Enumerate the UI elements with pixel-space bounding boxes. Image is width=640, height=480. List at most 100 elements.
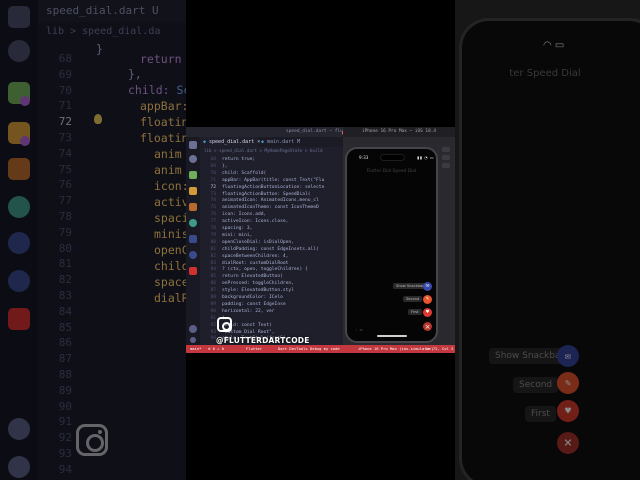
code-line[interactable]: backgroundColor: ICelo xyxy=(222,295,283,300)
run-debug-icon[interactable] xyxy=(189,187,197,195)
line-number: 90 xyxy=(210,308,216,314)
source-control-icon[interactable] xyxy=(189,171,197,179)
sim-tool-button[interactable] xyxy=(442,163,450,168)
home-indicator xyxy=(377,335,407,337)
code-line[interactable]: icon: Icons.add, xyxy=(222,212,266,217)
dial-label-show-snackbar[interactable]: Show Snackbar xyxy=(393,283,427,289)
phone-screen[interactable]: 9:33 ▮▮ ◔ ▭ Flutter Dial Speed Dial Show… xyxy=(345,147,438,343)
editor-tabs: ◆ speed_dial.dart × ◆ main.dart M xyxy=(200,137,343,147)
blurred-simulator-background: ◠ ▭ ter Speed Dial Show Snackbar Second … xyxy=(455,0,640,480)
tab-speed-dial[interactable]: ◆ speed_dial.dart × xyxy=(200,137,260,147)
code-line[interactable]: appBar: AppBar(title: const Text("Flu xyxy=(222,178,324,183)
blurred-editor-background: speed_dial.dart U lib > speed_dial.da 68… xyxy=(0,0,186,480)
code-line[interactable]: onPressed: toggleChildren, xyxy=(222,281,294,286)
snackbar-fab[interactable]: ✉ xyxy=(423,282,432,291)
code-line[interactable]: return true; xyxy=(222,157,255,162)
explorer-icon[interactable] xyxy=(189,141,197,149)
code-line[interactable]: spacing: 3, xyxy=(222,226,252,231)
sim-tool-button[interactable] xyxy=(442,155,450,160)
close-fab[interactable]: × xyxy=(423,322,432,331)
line-number: 71 xyxy=(210,177,216,183)
line-number: 91 xyxy=(210,315,216,321)
bg-dim-overlay xyxy=(455,0,640,480)
settings-gear-icon[interactable] xyxy=(190,337,196,343)
line-number: 85 xyxy=(210,274,216,280)
flutter-icon[interactable] xyxy=(189,235,197,243)
dynamic-island xyxy=(380,154,405,161)
code-line[interactable]: style: ElevatedButton.styl xyxy=(222,288,294,293)
dial-label-second[interactable]: Second xyxy=(403,296,423,302)
bg-dim-overlay xyxy=(0,0,186,480)
line-number: 83 xyxy=(210,260,216,266)
status-item[interactable]: iPhone 16 Pro Max (ios-simulator) xyxy=(358,345,433,353)
sim-tool-button[interactable] xyxy=(442,147,450,152)
line-number: 88 xyxy=(210,295,216,300)
app-title: Flutter Dial Speed Dial xyxy=(366,169,417,174)
tab-main[interactable]: ◆ main.dart M xyxy=(258,137,304,147)
dial-label-first[interactable]: First xyxy=(408,309,422,315)
status-item[interactable]: main* xyxy=(190,345,201,353)
status-bar: main* ⊗ 0 ⚠ 0 Flutter Dart DevTools Debug my… xyxy=(186,345,455,353)
code-line[interactable]: animatedIcon: AnimatedIcons.menu_cl xyxy=(222,198,319,203)
code-line[interactable]: }, xyxy=(222,164,228,169)
code-line[interactable]: animatedIconTheme: const IconThemeD xyxy=(222,205,319,210)
code-line[interactable]: ? (ctx, open, toggleChildren) { xyxy=(222,267,308,272)
status-item[interactable]: Debug my code xyxy=(310,345,340,353)
simulator-toolbar xyxy=(439,147,453,171)
line-number: 79 xyxy=(210,232,216,238)
tab-label: speed_dial.dart xyxy=(209,139,255,145)
video-frame: speed_dial.dart U lib > speed_dial.da 68… xyxy=(0,0,640,480)
breadcrumb[interactable]: lib > speed_dial.dart > MyHomePageState … xyxy=(200,148,343,155)
line-number: 72 xyxy=(210,184,216,190)
code-line[interactable]: dialRoot: customDialRoot xyxy=(222,261,288,266)
phone-status-icons: ▮▮ ◔ ▭ xyxy=(417,155,435,160)
line-number: 78 xyxy=(210,226,216,231)
activity-bar xyxy=(186,137,200,345)
code-line[interactable]: padding: const EdgeInse xyxy=(222,302,286,307)
code-line[interactable]: floatingActionButtonLocation: selecte xyxy=(222,185,324,190)
status-item[interactable]: Ln 72, Col 5 xyxy=(426,345,453,353)
line-number: 70 xyxy=(210,170,216,176)
red-b-icon[interactable] xyxy=(189,267,197,275)
first-fab[interactable]: ♥ xyxy=(423,308,432,317)
center-video: speed_dial.dart — flutterdial ◆ speed_di… xyxy=(186,0,455,480)
creator-handle: @FLUTTERDARTCODE xyxy=(216,336,310,345)
line-number: 76 xyxy=(210,212,216,218)
status-item[interactable]: Flutter xyxy=(246,345,262,353)
dart-icon[interactable] xyxy=(189,251,197,259)
heart-icon: ♥ xyxy=(425,310,430,315)
instagram-icon xyxy=(217,317,232,332)
line-number: 89 xyxy=(210,301,216,307)
account-icon[interactable] xyxy=(189,325,197,333)
status-item[interactable]: ⊗ 0 ⚠ 0 xyxy=(208,345,224,353)
mail-icon: ✉ xyxy=(425,284,430,289)
line-number: 94 xyxy=(210,336,216,342)
simulator-titlebar: iPhone 16 Pro Max – iOS 18.4 xyxy=(343,127,455,137)
remote-explorer-icon[interactable] xyxy=(189,219,197,227)
line-number: 68 xyxy=(210,157,216,162)
line-number: 84 xyxy=(210,267,216,273)
code-line[interactable]: openCloseDial: isDialOpen, xyxy=(222,240,294,245)
extensions-icon[interactable] xyxy=(189,203,197,211)
code-line[interactable]: spaceBetweenChildren: 4, xyxy=(222,254,288,259)
search-icon[interactable] xyxy=(189,155,197,163)
line-number: 93 xyxy=(210,329,216,335)
code-line[interactable]: horizontal: 22, ver xyxy=(222,309,275,314)
status-item[interactable]: Dart DevTools xyxy=(278,345,308,353)
line-number: 75 xyxy=(210,205,216,211)
code-line[interactable]: mini: mini, xyxy=(222,233,252,238)
phone-bottom-icons: ◦ ▭ xyxy=(355,327,363,332)
code-line[interactable]: return ElevatedButton( xyxy=(222,274,283,279)
line-number: 86 xyxy=(210,281,216,287)
code-line[interactable]: activeIcon: Icons.close, xyxy=(222,219,288,224)
line-number: 80 xyxy=(210,239,216,245)
second-fab[interactable]: ✎ xyxy=(423,295,432,304)
code-line[interactable]: floatingActionButton: SpeedDial( xyxy=(222,192,311,197)
line-number: 73 xyxy=(210,191,216,197)
code-line[interactable]: child: Scaffold( xyxy=(222,171,266,176)
line-number: 74 xyxy=(210,198,216,204)
code-line[interactable]: childPadding: const EdgeInsets.all( xyxy=(222,247,319,252)
line-number: 77 xyxy=(210,219,216,225)
close-icon: × xyxy=(424,322,431,331)
tab-label: main.dart xyxy=(267,139,295,145)
